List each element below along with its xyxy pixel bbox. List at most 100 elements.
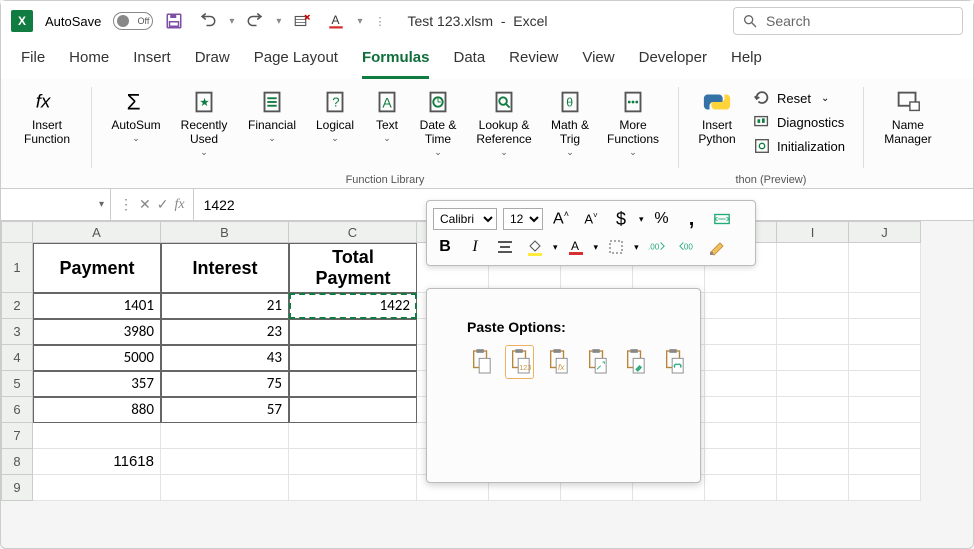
cell-a6[interactable]: 880 [33, 397, 161, 423]
cell-a5[interactable]: 357 [33, 371, 161, 397]
fill-color-button[interactable] [523, 235, 547, 259]
col-header-c[interactable]: C [289, 221, 417, 243]
cell-a4[interactable]: 5000 [33, 345, 161, 371]
format-painter-button[interactable] [705, 235, 729, 259]
cell-b6[interactable]: 57 [161, 397, 289, 423]
cell-b3[interactable]: 23 [161, 319, 289, 345]
cell-c1[interactable]: Total Payment [289, 243, 417, 293]
row-header-1[interactable]: 1 [1, 243, 33, 293]
tab-insert[interactable]: Insert [133, 49, 171, 79]
svg-text:A: A [382, 95, 392, 111]
reset-button[interactable]: Reset⌄ [747, 87, 851, 109]
align-button[interactable] [493, 235, 517, 259]
row-header-6[interactable]: 6 [1, 397, 33, 423]
borders-button[interactable] [604, 235, 628, 259]
font-color-button[interactable]: A [323, 8, 349, 34]
autosave-toggle[interactable]: Off [113, 12, 153, 30]
qat-overflow[interactable]: ⋮ [374, 15, 385, 28]
cell-a2[interactable]: 1401 [33, 293, 161, 319]
cell-b4[interactable]: 43 [161, 345, 289, 371]
more-functions-button[interactable]: More Functions⌄ [600, 83, 666, 167]
shrink-font-button[interactable]: A˅ [579, 207, 603, 231]
cell-c3[interactable] [289, 319, 417, 345]
date-time-button[interactable]: Date & Time⌄ [412, 83, 464, 167]
undo-button[interactable] [195, 8, 221, 34]
tab-data[interactable]: Data [453, 49, 485, 79]
tab-file[interactable]: File [21, 49, 45, 79]
col-header-b[interactable]: B [161, 221, 289, 243]
row-header-5[interactable]: 5 [1, 371, 33, 397]
font-select[interactable]: Calibri [433, 208, 497, 230]
initialization-button[interactable]: Initialization [747, 135, 851, 157]
cell-a8[interactable]: 11618 [33, 449, 161, 475]
paste-formulas-button[interactable]: fx [544, 345, 572, 379]
row-header-9[interactable]: 9 [1, 475, 33, 501]
fx-icon[interactable]: fx [174, 197, 184, 213]
autosum-button[interactable]: ΣAutoSum⌄ [104, 83, 168, 167]
qat-button-1[interactable] [289, 8, 315, 34]
row-header-4[interactable]: 4 [1, 345, 33, 371]
grow-font-button[interactable]: A˄ [549, 207, 573, 231]
tab-view[interactable]: View [582, 49, 614, 79]
diagnostics-button[interactable]: Diagnostics [747, 111, 851, 133]
redo-button[interactable] [242, 8, 268, 34]
increase-decimal-button[interactable]: .00 [645, 235, 669, 259]
tab-help[interactable]: Help [731, 49, 762, 79]
cell-a3[interactable]: 3980 [33, 319, 161, 345]
col-header-a[interactable]: A [33, 221, 161, 243]
insert-function-button[interactable]: fx Insert Function [15, 83, 79, 167]
undo-caret[interactable]: ▾ [229, 16, 234, 27]
paste-values-button[interactable]: 123 [505, 345, 534, 379]
cell-b5[interactable]: 75 [161, 371, 289, 397]
tab-formulas[interactable]: Formulas [362, 49, 430, 79]
recently-used-button[interactable]: ★Recently Used⌄ [172, 83, 236, 167]
cell-b2[interactable]: 21 [161, 293, 289, 319]
cell-a7[interactable] [33, 423, 161, 449]
math-trig-button[interactable]: θMath & Trig⌄ [544, 83, 596, 167]
cell-c6[interactable] [289, 397, 417, 423]
cell-c5[interactable] [289, 371, 417, 397]
name-manager-button[interactable]: Name Manager [876, 83, 940, 167]
paste-button[interactable] [467, 345, 495, 379]
tab-draw[interactable]: Draw [195, 49, 230, 79]
search-input[interactable]: Search [733, 7, 963, 35]
text-button[interactable]: AText⌄ [366, 83, 408, 167]
row-header-8[interactable]: 8 [1, 449, 33, 475]
tab-home[interactable]: Home [69, 49, 109, 79]
col-header-i[interactable]: I [777, 221, 849, 243]
cancel-icon[interactable]: ✕ [139, 196, 151, 213]
paste-transpose-button[interactable] [583, 345, 611, 379]
italic-button[interactable]: I [463, 235, 487, 259]
lookup-reference-button[interactable]: Lookup & Reference⌄ [468, 83, 540, 167]
cell-b1[interactable]: Interest [161, 243, 289, 293]
size-select[interactable]: 12 [503, 208, 543, 230]
select-all-corner[interactable] [1, 221, 33, 243]
merge-button[interactable] [710, 207, 734, 231]
percent-button[interactable]: % [650, 207, 674, 231]
financial-button[interactable]: Financial⌄ [240, 83, 304, 167]
save-button[interactable] [161, 8, 187, 34]
cell-c4[interactable] [289, 345, 417, 371]
logical-button[interactable]: ?Logical⌄ [308, 83, 362, 167]
tab-developer[interactable]: Developer [639, 49, 707, 79]
insert-python-button[interactable]: Insert Python [691, 83, 743, 167]
comma-button[interactable]: , [680, 207, 704, 231]
redo-caret[interactable]: ▾ [276, 16, 281, 27]
name-box[interactable]: ▾ [1, 189, 111, 220]
cell-c2[interactable]: 1422 [289, 293, 417, 319]
tab-page-layout[interactable]: Page Layout [254, 49, 338, 79]
tab-review[interactable]: Review [509, 49, 558, 79]
decrease-decimal-button[interactable]: .00 [675, 235, 699, 259]
paste-formatting-button[interactable] [621, 345, 649, 379]
col-header-j[interactable]: J [849, 221, 921, 243]
cell-a1[interactable]: Payment [33, 243, 161, 293]
row-header-7[interactable]: 7 [1, 423, 33, 449]
row-header-3[interactable]: 3 [1, 319, 33, 345]
paste-link-button[interactable] [660, 345, 688, 379]
font-color-mini-button[interactable]: A [564, 235, 588, 259]
bold-button[interactable]: B [433, 235, 457, 259]
enter-icon[interactable]: ✓ [157, 196, 169, 213]
font-color-caret[interactable]: ▾ [357, 16, 362, 27]
accounting-format-button[interactable]: $ [609, 207, 633, 231]
row-header-2[interactable]: 2 [1, 293, 33, 319]
